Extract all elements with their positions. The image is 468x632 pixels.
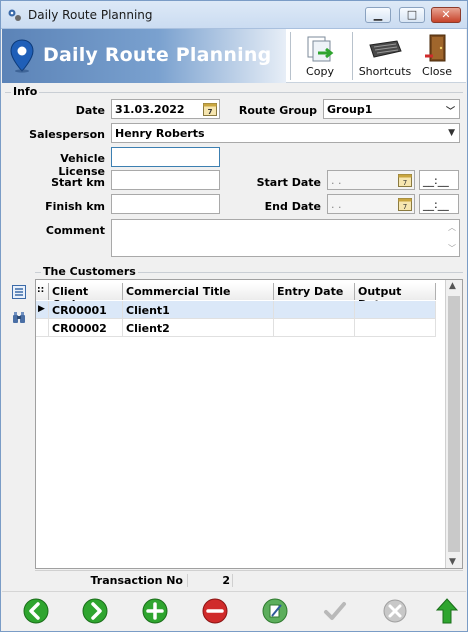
- comment-label: Comment: [45, 224, 105, 237]
- svg-text:7: 7: [403, 179, 407, 187]
- previous-record-button[interactable]: [22, 597, 50, 625]
- client-code-cell[interactable]: CR00001: [49, 301, 123, 319]
- end-time-input[interactable]: __:__: [419, 194, 459, 214]
- toolbar-separator: [352, 32, 353, 80]
- scrollbar-thumb[interactable]: [448, 296, 460, 552]
- client-code-cell[interactable]: CR00002: [49, 319, 123, 337]
- route-group-select[interactable]: Group1 ﹀: [323, 99, 460, 119]
- minimize-button[interactable]: ▁: [365, 7, 391, 23]
- end-date-value: . .: [331, 198, 342, 211]
- add-record-button[interactable]: [141, 597, 169, 625]
- svg-text:7: 7: [208, 108, 213, 116]
- svg-text:7: 7: [403, 203, 407, 211]
- date-value: 31.03.2022: [115, 103, 185, 116]
- shortcuts-button[interactable]: Shortcuts: [358, 29, 412, 83]
- finish-km-input[interactable]: [111, 194, 220, 214]
- salesperson-select[interactable]: Henry Roberts ▼: [111, 123, 460, 143]
- entry-date-cell[interactable]: [274, 301, 355, 319]
- close-button[interactable]: Close: [416, 29, 458, 83]
- up-arrow-button[interactable]: [433, 597, 461, 625]
- route-group-value: Group1: [327, 103, 373, 116]
- window-title: Daily Route Planning: [28, 8, 153, 22]
- window: Daily Route Planning ▁ □ ✕ Daily Route P…: [0, 0, 468, 632]
- scroll-up-icon[interactable]: ︿: [448, 222, 456, 233]
- column-header-commercial-title[interactable]: Commercial Title: [123, 283, 274, 300]
- vehicle-license-label: Vehicle License: [58, 152, 105, 178]
- header: Daily Route Planning Copy Shortcuts Clos…: [2, 29, 466, 83]
- commercial-title-cell[interactable]: Client1: [123, 301, 274, 319]
- output-date-cell[interactable]: [355, 319, 436, 337]
- dropdown-arrow-icon: ▼: [448, 128, 455, 138]
- table-row[interactable]: CR00002 Client2: [36, 319, 436, 337]
- start-date-value: . .: [331, 174, 342, 187]
- start-km-label: Start km: [51, 176, 105, 189]
- title-bar: Daily Route Planning ▁ □ ✕: [1, 1, 467, 29]
- commercial-title-cell[interactable]: Client2: [123, 319, 274, 337]
- salesperson-value: Henry Roberts: [115, 127, 205, 140]
- table-footer: Transaction No 2: [35, 570, 463, 589]
- customers-table: :: Client Code Commercial Title Entry Da…: [35, 279, 463, 569]
- banner-title: Daily Route Planning: [43, 44, 272, 66]
- row-indicator-header: ::: [36, 283, 49, 300]
- save-record-button[interactable]: [321, 597, 349, 625]
- toolbar-separator: [290, 32, 291, 80]
- map-pin-icon: [10, 39, 34, 73]
- scroll-down-icon[interactable]: ▼: [449, 557, 456, 567]
- maximize-icon: □: [406, 8, 418, 21]
- finish-km-label: Finish km: [45, 200, 105, 213]
- copy-label: Copy: [306, 65, 334, 78]
- start-time-input[interactable]: __:__: [419, 170, 459, 190]
- banner: Daily Route Planning: [2, 29, 286, 83]
- close-icon: ✕: [441, 8, 451, 21]
- minimize-icon: ▁: [373, 8, 383, 21]
- entry-date-cell[interactable]: [274, 319, 355, 337]
- cancel-record-button[interactable]: [381, 597, 409, 625]
- calendar-icon[interactable]: 7: [398, 197, 412, 211]
- calendar-icon[interactable]: 7: [203, 102, 217, 116]
- edit-record-button[interactable]: [261, 597, 289, 625]
- chevron-down-icon: ﹀: [445, 107, 455, 117]
- info-section-label: Info: [11, 85, 40, 98]
- exit-door-icon: [425, 34, 446, 62]
- output-date-cell[interactable]: [355, 301, 436, 319]
- end-date-field[interactable]: . . 7: [327, 194, 415, 214]
- transaction-value: 2: [187, 574, 233, 587]
- end-date-label: End Date: [264, 200, 321, 213]
- shortcuts-label: Shortcuts: [358, 65, 412, 78]
- next-record-button[interactable]: [81, 597, 109, 625]
- comment-textarea[interactable]: ︿ ﹀: [111, 219, 460, 257]
- maximize-button[interactable]: □: [399, 7, 425, 23]
- date-field[interactable]: 31.03.2022 7: [111, 99, 220, 119]
- salesperson-label: Salesperson: [29, 128, 105, 141]
- start-date-label: Start Date: [256, 176, 321, 189]
- column-header-entry-date[interactable]: Entry Date: [274, 283, 355, 300]
- binoculars-icon[interactable]: [12, 311, 26, 325]
- table-row[interactable]: ▶ CR00001 Client1: [36, 301, 436, 319]
- close-label: Close: [422, 65, 452, 78]
- delete-record-button[interactable]: [201, 597, 229, 625]
- table-header: :: Client Code Commercial Title Entry Da…: [36, 283, 436, 311]
- scroll-down-icon[interactable]: ﹀: [448, 243, 456, 254]
- current-row-icon: ▶: [36, 301, 49, 319]
- start-km-input[interactable]: [111, 170, 220, 190]
- copy-button[interactable]: Copy: [298, 29, 342, 83]
- close-window-button[interactable]: ✕: [431, 7, 461, 23]
- customers-section-label: The Customers: [41, 265, 138, 278]
- vehicle-license-input[interactable]: [111, 147, 220, 167]
- table-scrollbar[interactable]: ▲ ▼: [445, 280, 462, 568]
- transaction-label: Transaction No: [90, 574, 183, 587]
- column-header-client-code[interactable]: Client Code: [49, 283, 123, 311]
- keyboard-icon: [369, 40, 402, 58]
- app-icon: [8, 9, 21, 21]
- column-header-output-date[interactable]: Output Date: [355, 283, 436, 311]
- date-label: Date: [75, 104, 105, 117]
- bottom-toolbar: [2, 591, 466, 631]
- row-indicator-cell: [36, 319, 49, 337]
- copy-icon: [307, 36, 334, 62]
- start-date-field[interactable]: . . 7: [327, 170, 415, 190]
- route-group-label: Route Group: [238, 104, 317, 117]
- calendar-icon[interactable]: 7: [398, 173, 412, 187]
- scroll-up-icon[interactable]: ▲: [449, 281, 456, 291]
- sort-list-icon[interactable]: [12, 285, 26, 299]
